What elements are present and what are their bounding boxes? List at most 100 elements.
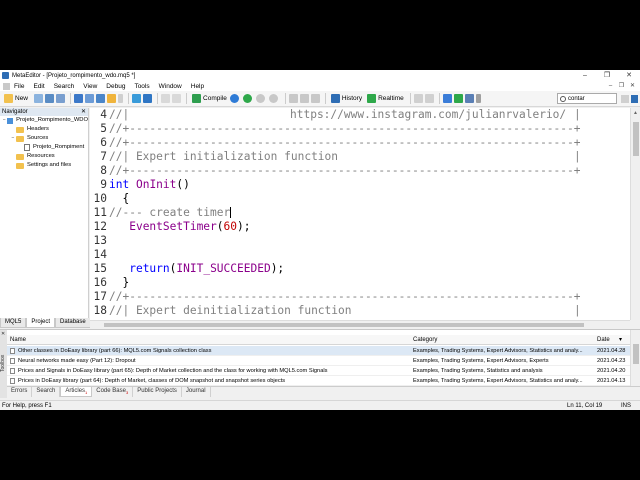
back-arrow-icon[interactable] [161, 94, 171, 103]
step-out-icon[interactable] [310, 94, 320, 103]
profile-icon[interactable] [413, 94, 423, 103]
step-over-icon[interactable] [299, 94, 309, 103]
search-box[interactable] [557, 93, 617, 104]
tree-item[interactable]: Settings and files [0, 161, 88, 170]
maximize-button[interactable]: ❐ [596, 70, 618, 81]
doc-minimize-button[interactable]: – [605, 81, 616, 91]
save-icon[interactable] [45, 94, 55, 103]
table-row[interactable]: Neural networks made easy (Part 12): Dro… [7, 356, 630, 366]
tab-database[interactable]: Database [55, 318, 91, 328]
scrollbar-thumb[interactable] [104, 323, 584, 327]
doc-restore-button[interactable]: ❐ [616, 81, 627, 91]
metatester-icon[interactable] [424, 94, 434, 103]
code-line[interactable]: 9 int OnInit() [90, 178, 630, 192]
column-header-date[interactable]: Date [597, 335, 630, 345]
dropdown-arrow-icon[interactable] [118, 94, 124, 103]
scrollbar-thumb[interactable] [633, 344, 639, 364]
edit-icon[interactable] [442, 94, 452, 103]
menu-tools[interactable]: Tools [134, 83, 149, 90]
tree-item[interactable]: Projeto_Rompiment [0, 143, 88, 152]
navigator-icon[interactable] [85, 94, 95, 103]
tab-search[interactable]: Search [32, 387, 61, 397]
menu-view[interactable]: View [83, 83, 97, 90]
navigator-close-button[interactable]: ✕ [81, 108, 88, 116]
toolbar-separator [284, 93, 286, 104]
minimize-button[interactable]: – [574, 70, 596, 81]
search-options-icon[interactable] [621, 95, 629, 103]
table-row[interactable]: Other classes in DoEasy library (part 66… [7, 346, 630, 356]
code-line[interactable]: 12 EventSetTimer(60); [90, 220, 630, 234]
toolbar-separator [409, 93, 411, 104]
styler-icon[interactable] [107, 94, 117, 103]
save-all-icon[interactable] [56, 94, 66, 103]
code-line[interactable]: 16 } [90, 276, 630, 290]
code-line[interactable]: 11//--- create timer [90, 206, 630, 220]
tab-articles[interactable]: Articles1 [60, 387, 93, 397]
code-line[interactable]: 6//+------------------------------------… [90, 136, 630, 150]
tab-code-base[interactable]: Code Base3 [92, 387, 134, 397]
tree-item[interactable]: − Sources [0, 134, 88, 143]
code-line[interactable]: 10 { [90, 192, 630, 206]
editor-horizontal-scrollbar[interactable] [90, 320, 630, 328]
run-icon[interactable] [242, 94, 252, 103]
stop-icon[interactable] [268, 94, 278, 103]
menu-file[interactable]: File [14, 83, 24, 90]
terminal-icon[interactable] [464, 94, 474, 103]
window-layout-icon[interactable] [74, 94, 84, 103]
dropdown-arrow-icon[interactable] [475, 94, 481, 103]
menu-search[interactable]: Search [54, 83, 75, 90]
code-line[interactable]: 8//+------------------------------------… [90, 164, 630, 178]
menu-edit[interactable]: Edit [33, 83, 44, 90]
navigate-back-icon[interactable] [132, 94, 142, 103]
column-header-name[interactable]: Name [10, 335, 410, 345]
tab-errors[interactable]: Errors [7, 387, 33, 397]
realtime-button[interactable]: Realtime [365, 92, 406, 105]
column-header-category[interactable]: Category [413, 335, 593, 345]
menu-debug[interactable]: Debug [106, 83, 125, 90]
close-button[interactable]: ✕ [618, 70, 640, 81]
open-icon[interactable] [34, 94, 44, 103]
code-line[interactable]: 5//+------------------------------------… [90, 122, 630, 136]
tree-item[interactable]: − Projeto_Rompimento_WDO [0, 116, 88, 125]
code-editor[interactable]: 4//| https://www.instagram.com/julianrval… [90, 108, 630, 320]
code-line[interactable]: 15 return(INIT_SUCCEEDED); [90, 262, 630, 276]
tree-item[interactable]: Resources [0, 152, 88, 161]
menu-window[interactable]: Window [159, 83, 182, 90]
new-button[interactable]: New [2, 92, 30, 105]
toolbox-vertical-scrollbar[interactable] [630, 330, 640, 386]
pause-icon[interactable] [255, 94, 265, 103]
document-icon[interactable] [3, 82, 10, 90]
search-input[interactable] [568, 95, 614, 102]
scrollbar-thumb[interactable] [633, 122, 639, 156]
tab-mql5[interactable]: MQL5 [0, 318, 27, 328]
editor-vertical-scrollbar[interactable]: ▲ [630, 108, 640, 320]
tree-item[interactable]: Headers [0, 125, 88, 134]
sort-descending-icon[interactable]: ▾ [619, 335, 622, 345]
code-line[interactable]: 17//+-----------------------------------… [90, 290, 630, 304]
code-line[interactable]: 18//| Expert deinitialization function | [90, 304, 630, 318]
step-into-icon[interactable] [288, 94, 298, 103]
account-icon[interactable] [631, 95, 638, 103]
history-button[interactable]: History [329, 92, 364, 105]
forward-arrow-icon[interactable] [172, 94, 182, 103]
toolbox-icon[interactable] [96, 94, 106, 103]
refresh-icon[interactable] [453, 94, 463, 103]
menu-help[interactable]: Help [191, 83, 204, 90]
navigate-forward-icon[interactable] [143, 94, 153, 103]
article-icon [10, 358, 15, 364]
scroll-up-icon[interactable]: ▲ [633, 110, 638, 116]
code-line[interactable]: 4//| https://www.instagram.com/julianrval… [90, 108, 630, 122]
code-line[interactable]: 13 [90, 234, 630, 248]
tab-public-projects[interactable]: Public Projects [133, 387, 182, 397]
tab-journal[interactable]: Journal [182, 387, 211, 397]
start-debug-icon[interactable] [229, 94, 239, 103]
table-row[interactable]: Prices and Signals in DoEasy library (pa… [7, 366, 630, 376]
code-line[interactable]: 7//| Expert initialization function | [90, 150, 630, 164]
code-line[interactable]: 14 [90, 248, 630, 262]
compile-button[interactable]: Compile [190, 92, 229, 105]
doc-close-button[interactable]: ✕ [627, 81, 638, 91]
toolbox-close-button[interactable]: ✕ [1, 331, 5, 337]
table-row[interactable]: Prices in DoEasy library (part 64): Dept… [7, 376, 630, 386]
tab-project[interactable]: Project [26, 318, 56, 328]
file-icon [24, 144, 30, 151]
